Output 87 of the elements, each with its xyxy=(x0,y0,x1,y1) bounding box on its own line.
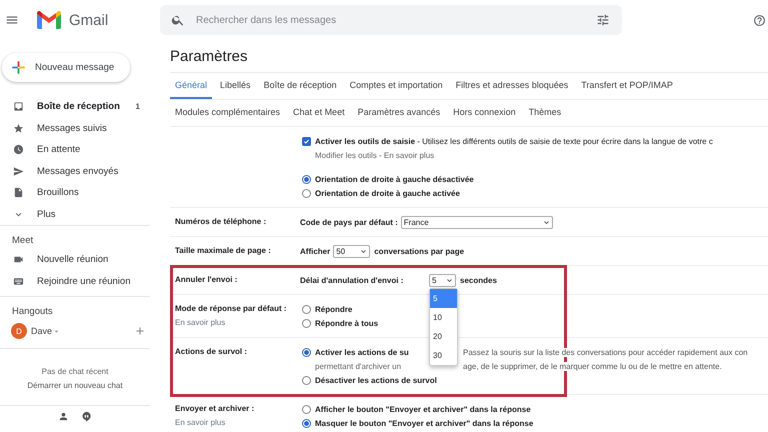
field-label: secondes xyxy=(460,276,497,284)
unread-count: 1 xyxy=(136,102,140,112)
setting-label: Actions de survol : xyxy=(175,346,248,358)
description-text: age, de le supprimer, de le marquer comme lu ou de le mettre en attente. xyxy=(463,362,722,370)
radio-button[interactable] xyxy=(302,404,311,414)
help-link[interactable]: En savoir plus xyxy=(175,316,300,330)
tray-icon xyxy=(13,101,24,112)
send-icon xyxy=(13,166,24,177)
description-text: Modifier les outils - En savoir plus xyxy=(314,150,434,160)
search-icon[interactable] xyxy=(171,13,185,27)
dropdown-option[interactable]: 5 xyxy=(430,288,457,308)
radio-button[interactable] xyxy=(302,188,311,198)
compose-button[interactable]: Nouveau message xyxy=(2,53,130,82)
help-icon[interactable] xyxy=(753,14,766,26)
settings-tab[interactable]: Transfert et POP/IMAP xyxy=(576,73,678,99)
start-chat-link[interactable]: Démarrer un nouveau chat xyxy=(0,379,150,393)
section-title: Hangouts xyxy=(11,305,54,319)
radio-button[interactable] xyxy=(302,304,311,314)
option-label: Répondre à tous xyxy=(315,318,378,328)
search-input[interactable]: Rechercher dans les messages xyxy=(194,14,596,26)
help-link[interactable]: En savoir plus xyxy=(175,416,300,430)
setting-label: Envoyer et archiver : xyxy=(175,403,256,415)
checkbox[interactable] xyxy=(302,136,311,146)
document-icon xyxy=(13,187,24,198)
chat-bubble-icon[interactable] xyxy=(81,411,92,422)
clock-icon xyxy=(13,144,24,156)
description-text: permettant d'archiver un xyxy=(315,362,402,370)
avatar[interactable]: D xyxy=(11,323,27,339)
section-title: Meet xyxy=(11,234,34,248)
radio-button[interactable] xyxy=(302,376,311,384)
dropdown-option[interactable]: 10 xyxy=(430,308,457,326)
sidebar-item[interactable]: Messages envoyés xyxy=(0,160,150,182)
sidebar-item[interactable]: Boîte de réception 1 xyxy=(0,96,150,118)
settings-tab[interactable]: Boîte de réception xyxy=(258,73,342,99)
keyboard-icon xyxy=(13,276,24,287)
settings-tab[interactable]: Hors connexion xyxy=(448,100,521,126)
gmail-logo[interactable] xyxy=(37,11,61,29)
settings-tab[interactable]: Chat et Meet xyxy=(288,100,350,126)
star-icon xyxy=(13,122,24,134)
radio-button[interactable] xyxy=(302,418,311,428)
sidebar-item[interactable]: Nouvelle réunion xyxy=(0,249,150,270)
field-label: Délai d'annulation d'envoi : xyxy=(300,276,404,284)
sidebar-item[interactable]: Rejoindre une réunion xyxy=(0,270,150,292)
option-label: Activer les outils de saisie - Utilisez les différents outils de saisie de texte pour écrire dans la langue de votre c xyxy=(315,136,713,146)
settings-tab[interactable]: Général xyxy=(170,73,212,99)
dropdown[interactable]: France xyxy=(400,216,553,228)
field-label: Afficher xyxy=(300,246,330,256)
video-camera-icon xyxy=(13,254,24,266)
settings-tab[interactable]: Libellés xyxy=(215,73,256,99)
app-name: Gmail xyxy=(69,12,108,28)
option-label: Masquer le bouton "Envoyer et archiver" dans la réponse xyxy=(315,418,534,428)
field-label: conversations par page xyxy=(374,246,464,256)
sidebar-item[interactable]: Messages suivis xyxy=(0,118,150,139)
option-label: Afficher le bouton "Envoyer et archiver" dans la réponse xyxy=(315,404,531,414)
search-field[interactable]: Rechercher dans les messages xyxy=(160,5,622,35)
setting-label: Numéros de téléphone : xyxy=(175,216,268,228)
settings-tab[interactable]: Paramètres avancés xyxy=(352,100,446,126)
setting-label: Taille maximale de page : xyxy=(175,245,272,257)
plus-icon[interactable] xyxy=(134,325,146,337)
settings-tab[interactable]: Modules complémentaires xyxy=(170,100,286,126)
plus-icon xyxy=(11,60,26,75)
sidebar-item[interactable]: En attente xyxy=(0,139,150,160)
settings-tab[interactable]: Thèmes xyxy=(524,100,566,126)
sliders-icon[interactable] xyxy=(596,13,610,27)
radio-button[interactable] xyxy=(302,348,311,356)
option-label: Activer les actions de su xyxy=(315,348,409,356)
page-title: Paramètres xyxy=(170,40,768,73)
sidebar-item[interactable]: Brouillons xyxy=(0,182,150,204)
person-icon[interactable] xyxy=(58,411,69,422)
user-name[interactable]: Dave xyxy=(31,326,52,336)
settings-tab[interactable]: Comptes et importation xyxy=(344,73,448,99)
radio-button[interactable] xyxy=(302,318,311,328)
dropdown-option[interactable]: 20 xyxy=(430,326,457,346)
settings-tab[interactable]: Filtres et adresses bloquées xyxy=(450,73,574,99)
setting-label: Annuler l'envoi : xyxy=(175,274,238,286)
option-label: Désactiver les actions de survol xyxy=(315,376,437,384)
option-label: Répondre xyxy=(315,304,352,314)
dropdown-option[interactable]: 30 xyxy=(430,346,457,364)
option-label: Orientation de droite à gauche désactivée xyxy=(315,174,474,184)
setting-label: Mode de réponse par défaut : xyxy=(175,303,288,315)
field-label: Code de pays par défaut : xyxy=(300,218,398,226)
option-label: Orientation de droite à gauche activée xyxy=(315,188,460,198)
empty-state-text: Pas de chat récent xyxy=(42,366,108,378)
dropdown[interactable]: 50 xyxy=(333,244,370,258)
sidebar-item[interactable]: Plus xyxy=(0,204,150,225)
radio-button[interactable] xyxy=(302,174,311,184)
description-text: Passez la souris sur la liste des conversations pour accéder rapidement aux con xyxy=(463,348,748,356)
